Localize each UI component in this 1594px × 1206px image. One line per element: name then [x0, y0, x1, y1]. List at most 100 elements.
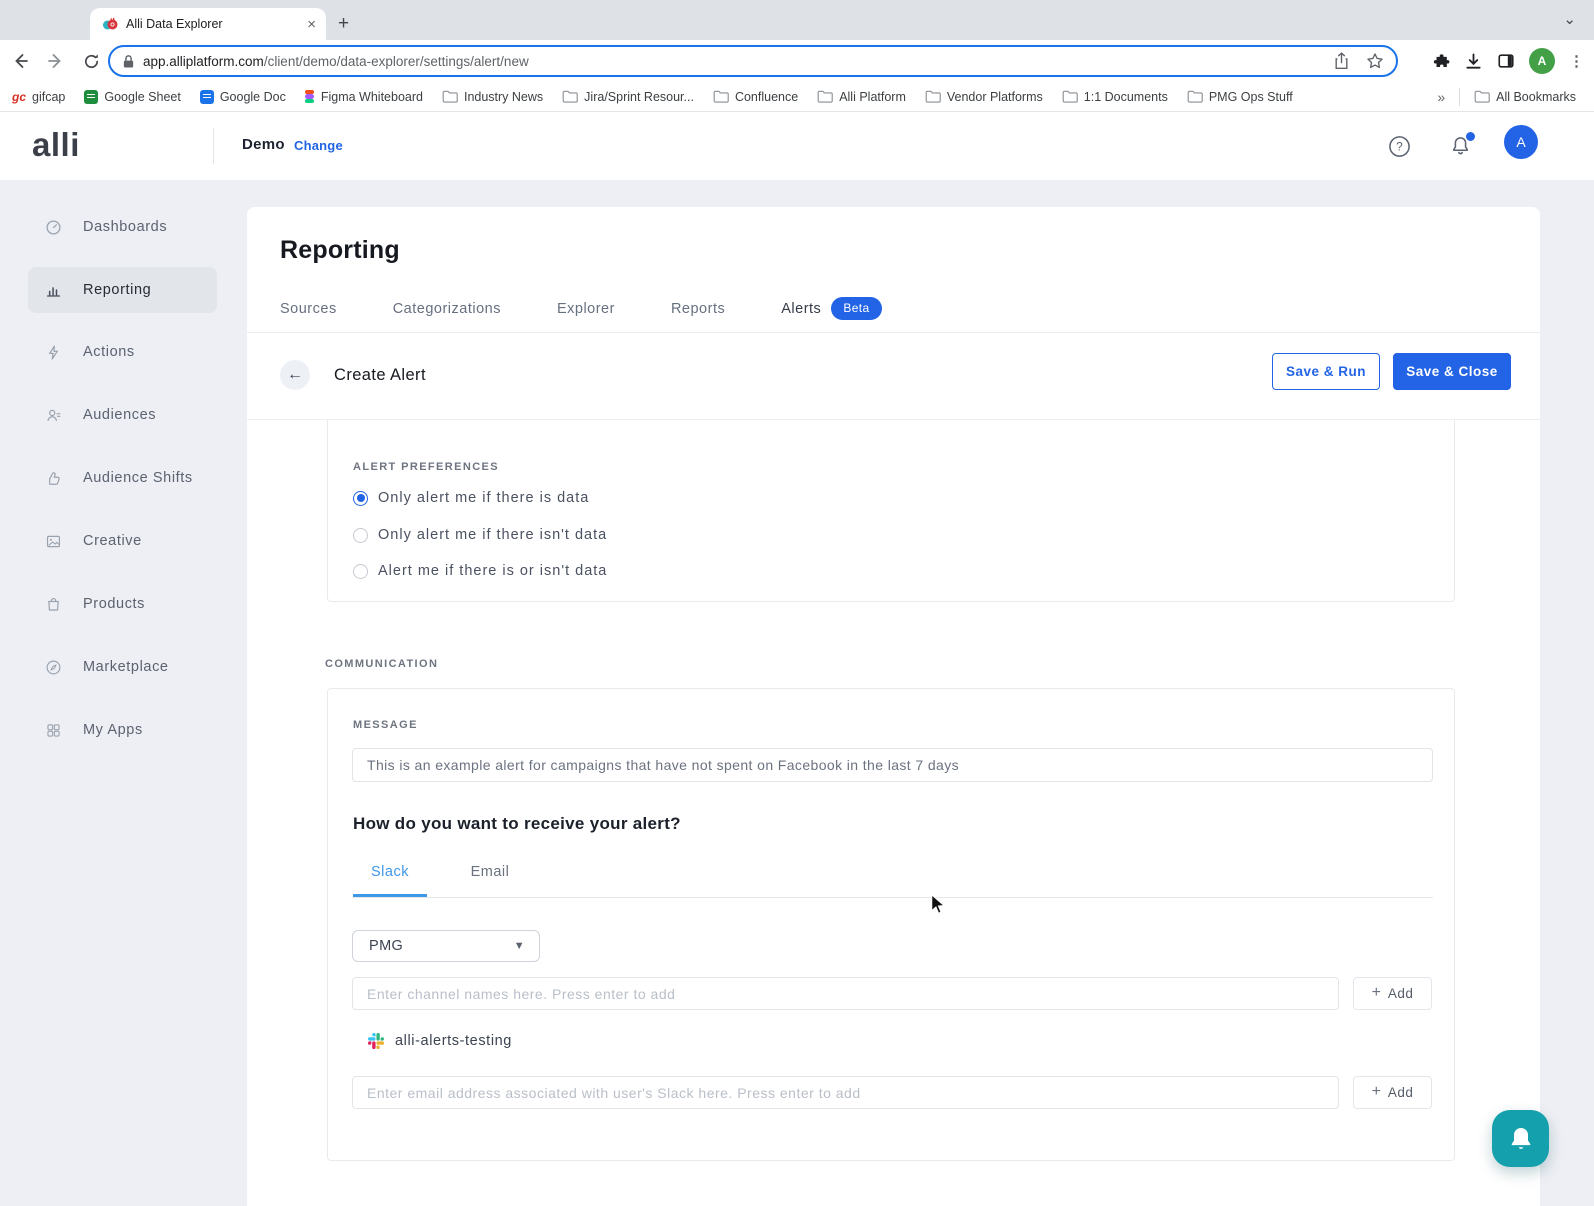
radio-unselected-icon[interactable] [353, 528, 368, 543]
address-bar[interactable]: app.alliplatform.com/client/demo/data-ex… [108, 45, 1398, 77]
plus-icon: + [1372, 1083, 1381, 1101]
bar-chart-icon [45, 282, 62, 299]
site-favicon [102, 16, 118, 32]
radio-unselected-icon[interactable] [353, 564, 368, 579]
tab-categorizations[interactable]: Categorizations [393, 301, 501, 317]
bookmark-pmg-ops-stuff[interactable]: PMG Ops Stuff [1187, 90, 1293, 104]
chrome-profile-avatar[interactable]: A [1529, 48, 1555, 74]
bookmark-alli-platform[interactable]: Alli Platform [817, 90, 906, 104]
folder-icon [1062, 90, 1078, 103]
save-and-run-button[interactable]: Save & Run [1272, 353, 1380, 390]
channel-name: alli-alerts-testing [395, 1033, 512, 1049]
sidebar-item-creative[interactable]: Creative [28, 518, 217, 564]
tab-explorer[interactable]: Explorer [557, 301, 615, 317]
google-doc-icon [200, 90, 214, 104]
compass-icon [45, 659, 62, 676]
url-text: app.alliplatform.com/client/demo/data-ex… [143, 54, 1333, 69]
sidebar-item-reporting[interactable]: Reporting [28, 267, 217, 313]
user-avatar[interactable]: A [1504, 125, 1538, 159]
help-icon[interactable]: ? [1388, 135, 1411, 158]
radio-option-data[interactable]: Only alert me if there is data [353, 490, 589, 506]
bookmark-11-documents[interactable]: 1:1 Documents [1062, 90, 1168, 104]
forward-icon[interactable] [46, 51, 72, 71]
support-chat-button[interactable] [1492, 1110, 1549, 1167]
bookmark-gifcap[interactable]: gc gifcap [12, 90, 65, 104]
bookmark-industry-news[interactable]: Industry News [442, 90, 543, 104]
radio-selected-icon[interactable] [353, 491, 368, 506]
channel-input[interactable] [352, 977, 1339, 1010]
communication-label: COMMUNICATION [325, 658, 438, 670]
save-and-close-button[interactable]: Save & Close [1393, 353, 1511, 390]
svg-text:?: ? [1396, 140, 1403, 154]
create-alert-title: Create Alert [334, 366, 426, 385]
message-input[interactable] [352, 748, 1433, 782]
gifcap-icon: gc [12, 90, 26, 104]
side-panel-icon[interactable] [1497, 52, 1515, 70]
back-button[interactable]: ← [280, 360, 310, 390]
google-sheet-icon [84, 90, 98, 104]
reporting-tabs: Sources Categorizations Explorer Reports… [280, 297, 882, 320]
download-icon[interactable] [1464, 52, 1483, 71]
chrome-menu-icon[interactable]: ⋮ [1569, 52, 1584, 70]
url-host: app.alliplatform.com [143, 54, 264, 69]
slack-icon [368, 1033, 384, 1049]
reporting-header: Reporting Sources Categorizations Explor… [247, 207, 1540, 333]
tab-title: Alli Data Explorer [126, 17, 307, 31]
workspace-select[interactable]: PMG ▼ [352, 930, 540, 962]
alert-preferences-label: ALERT PREFERENCES [353, 461, 499, 473]
reload-icon[interactable] [82, 52, 108, 71]
bookmark-confluence[interactable]: Confluence [713, 90, 798, 104]
bookmarks-overflow-icon[interactable]: » [1437, 89, 1445, 105]
sidebar-item-actions[interactable]: Actions [28, 329, 217, 375]
sidebar-item-dashboards[interactable]: Dashboards [28, 204, 217, 250]
folder-icon [562, 90, 578, 103]
bookmark-figma[interactable]: Figma Whiteboard [305, 90, 423, 104]
all-bookmarks[interactable]: All Bookmarks [1474, 90, 1576, 104]
share-icon[interactable] [1333, 52, 1350, 70]
bookmark-star-icon[interactable] [1366, 52, 1384, 70]
main-panel: ALERT PREFERENCES Only alert me if there… [247, 207, 1540, 1206]
url-path: /client/demo/data-explorer/settings/aler… [264, 54, 529, 69]
bookmark-jira-sprint[interactable]: Jira/Sprint Resour... [562, 90, 694, 104]
browser-tab[interactable]: Alli Data Explorer × [90, 8, 326, 40]
sidebar-item-audiences[interactable]: Audiences [28, 392, 217, 438]
sidebar: Dashboards Reporting Actions Audiences A… [0, 180, 247, 1206]
tab-reports[interactable]: Reports [671, 301, 725, 317]
lock-icon [122, 54, 135, 69]
back-icon[interactable] [10, 51, 36, 71]
change-client-link[interactable]: Change [294, 138, 343, 153]
sidebar-item-products[interactable]: Products [28, 581, 217, 627]
bookmark-vendor-platforms[interactable]: Vendor Platforms [925, 90, 1043, 104]
folder-icon [713, 90, 729, 103]
message-label: MESSAGE [353, 719, 418, 731]
folder-icon [925, 90, 941, 103]
sidebar-item-my-apps[interactable]: My Apps [28, 707, 217, 753]
slack-email-input[interactable] [352, 1076, 1339, 1109]
add-channel-button[interactable]: + Add [1353, 977, 1432, 1010]
extensions-puzzle-icon[interactable] [1431, 52, 1450, 71]
lightning-icon [45, 344, 62, 361]
app-header: alli Demo Change ? A [0, 112, 1594, 180]
new-tab-button[interactable]: + [338, 14, 349, 34]
receive-question: How do you want to receive your alert? [353, 814, 681, 834]
beta-badge: Beta [831, 297, 881, 320]
alli-logo[interactable]: alli [32, 126, 80, 164]
radio-option-either[interactable]: Alert me if there is or isn't data [353, 563, 607, 579]
client-name: Demo [242, 136, 285, 153]
tab-alerts[interactable]: Alerts Beta [781, 297, 881, 320]
browser-tab-strip: Alli Data Explorer × + ⌄ [0, 0, 1594, 40]
tab-sources[interactable]: Sources [280, 301, 337, 317]
chevron-down-icon[interactable]: ⌄ [1563, 10, 1576, 28]
bookmark-google-doc[interactable]: Google Doc [200, 90, 286, 104]
tab-email[interactable]: Email [453, 864, 527, 897]
radio-option-no-data[interactable]: Only alert me if there isn't data [353, 527, 607, 543]
sidebar-item-marketplace[interactable]: Marketplace [28, 644, 217, 690]
bookmarks-bar: gc gifcap Google Sheet Google Doc Figma … [0, 82, 1594, 112]
bookmark-google-sheet[interactable]: Google Sheet [84, 90, 180, 104]
add-email-button[interactable]: + Add [1353, 1076, 1432, 1109]
tab-close-icon[interactable]: × [307, 16, 316, 33]
plus-icon: + [1372, 984, 1381, 1002]
sidebar-item-audience-shifts[interactable]: Audience Shifts [28, 455, 217, 501]
person-icon [45, 407, 62, 424]
tab-slack[interactable]: Slack [353, 864, 427, 897]
